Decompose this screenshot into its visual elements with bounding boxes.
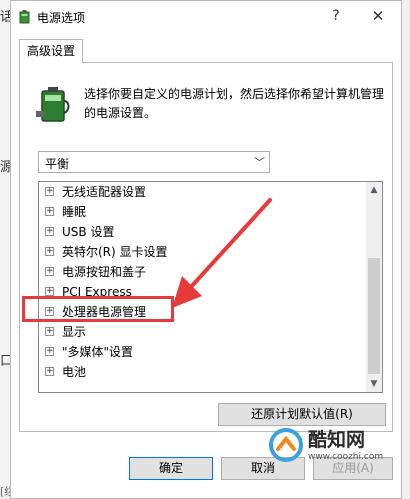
expand-plus-icon[interactable]: + xyxy=(45,347,54,356)
tree-item-display[interactable]: + 显示 xyxy=(45,322,86,342)
background-text-fragment: 源 xyxy=(0,160,10,175)
tree-item-power-buttons-lid[interactable]: + 电源按钮和盖子 xyxy=(45,262,146,282)
expand-plus-icon[interactable]: + xyxy=(45,207,54,216)
tree-item-sleep[interactable]: + 睡眠 xyxy=(45,202,86,222)
dialog-title: 电源选项 xyxy=(37,11,86,25)
expand-plus-icon[interactable]: + xyxy=(45,247,54,256)
tree-item-usb[interactable]: + USB 设置 xyxy=(45,222,114,242)
tree-item-intel-graphics[interactable]: + 英特尔(R) 显卡设置 xyxy=(45,242,168,262)
tree-item-label: 电源按钮和盖子 xyxy=(62,265,147,279)
watermark-url: www.coozhi.com xyxy=(308,452,384,462)
background-text-fragment: 话 xyxy=(0,10,10,25)
tab-advanced-settings[interactable]: 高级设置 xyxy=(19,39,83,63)
help-button[interactable]: ? xyxy=(323,5,349,27)
expand-plus-icon[interactable]: + xyxy=(45,227,54,236)
tree-item-label: 无线适配器设置 xyxy=(62,185,147,199)
tree-item-label: 显示 xyxy=(62,325,87,339)
expand-plus-icon[interactable]: + xyxy=(45,267,54,276)
title-bar[interactable]: 电源选项 ? ✕ xyxy=(11,1,401,32)
battery-plug-icon xyxy=(36,87,70,122)
tree-item-label: 英特尔(R) 显卡设置 xyxy=(62,245,168,259)
scroll-down-arrow-icon[interactable]: ▼ xyxy=(366,376,382,392)
expand-plus-icon[interactable]: + xyxy=(45,327,54,336)
tree-scrollbar[interactable]: ▲ ▼ xyxy=(366,182,382,392)
watermark: 酷知网 www.coozhi.com xyxy=(268,421,398,471)
expand-plus-icon[interactable]: + xyxy=(45,287,54,296)
expand-plus-icon[interactable]: + xyxy=(45,367,54,376)
background-text-fragment: 口 xyxy=(0,354,10,369)
tree-item-wireless-adapter[interactable]: + 无线适配器设置 xyxy=(45,182,146,202)
description-text: 选择你要自定义的电源计划，然后选择你希望计算机管理的电源设置。 xyxy=(84,87,385,120)
close-button[interactable]: ✕ xyxy=(363,5,393,27)
tree-item-label: USB 设置 xyxy=(62,225,115,239)
expand-plus-icon[interactable]: + xyxy=(45,187,54,196)
ok-button[interactable]: 确定 xyxy=(129,457,213,480)
tree-item-label: 睡眠 xyxy=(62,205,87,219)
scroll-thumb[interactable] xyxy=(368,258,380,374)
power-settings-tree[interactable]: + 无线适配器设置 + 睡眠 + USB 设置 + 英特尔(R) 显卡设置 + 电源按钮和… xyxy=(38,181,383,393)
scroll-up-arrow-icon[interactable]: ▲ xyxy=(366,182,382,198)
annotation-highlight-box xyxy=(22,296,174,322)
tree-item-label: 电池 xyxy=(62,365,87,379)
power-plan-value: 平衡 xyxy=(45,157,70,171)
power-battery-icon xyxy=(19,10,30,24)
watermark-name: 酷知网 xyxy=(308,429,366,451)
coozhi-logo-icon xyxy=(269,428,303,462)
chevron-down-icon: ﹀ xyxy=(254,156,265,169)
tree-item-multimedia[interactable]: + "多媒体"设置 xyxy=(45,342,133,362)
tree-item-battery[interactable]: + 电池 xyxy=(45,362,86,382)
settings-panel: 选择你要自定义的电源计划，然后选择你希望计算机管理的电源设置。 平衡 ﹀ + 无线… xyxy=(19,62,393,432)
tree-item-label: "多媒体"设置 xyxy=(62,345,134,359)
power-plan-select[interactable]: 平衡 ﹀ xyxy=(38,151,270,173)
